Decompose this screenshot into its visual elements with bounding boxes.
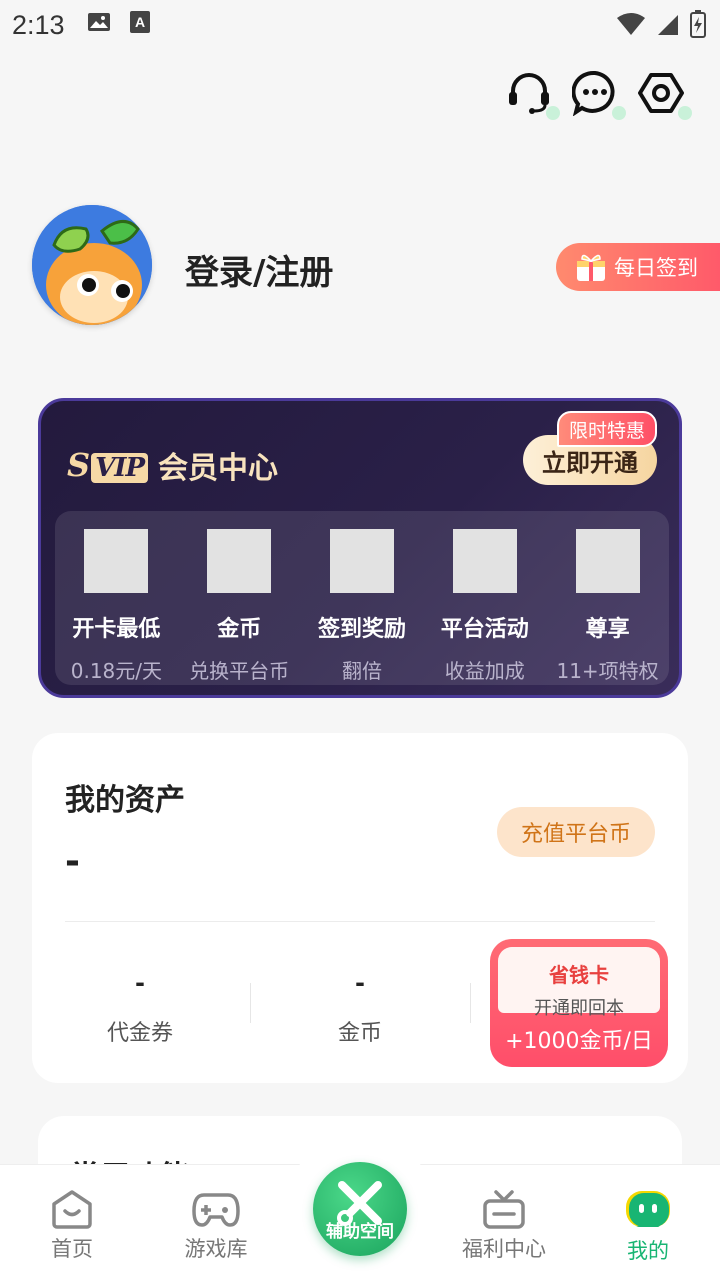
gift-icon [577,254,605,281]
benefit-image [84,529,149,593]
saving-card-reward: +1000金币/日 [505,1029,653,1054]
daily-checkin-button[interactable]: 每日签到 [556,243,720,291]
benefit-item[interactable]: 签到奖励 翻倍 [301,511,424,685]
assets-title: 我的资产 [65,783,185,818]
divider [470,983,471,1023]
tv-icon [483,1190,525,1229]
platform-coin-balance: - [65,841,80,882]
voucher-label: 代金券 [106,1021,173,1046]
coins-label: 金币 [337,1021,382,1046]
avatar[interactable] [32,205,152,325]
status-bar: 2:13 A [0,0,720,50]
benefit-item[interactable]: 金币 兑换平台币 [178,511,301,685]
login-register-link[interactable]: 登录/注册 [185,245,333,294]
settings-button[interactable] [638,70,692,120]
svip-center-label: 会员中心 [158,451,278,486]
benefit-title: 签到奖励 [317,617,406,642]
messages-button[interactable] [571,70,626,120]
mine-face-icon [626,1191,670,1227]
recharge-platform-coin-button[interactable]: 充值平台币 [497,807,655,857]
svip-title: S VIP 会员中心 [67,443,278,487]
benefit-subtitle: 兑换平台币 [189,659,290,683]
nav-home[interactable]: 首页 [0,1165,144,1280]
benefit-subtitle: 0.18元/天 [70,659,163,683]
nav-welfare-center-label: 福利中心 [462,1237,546,1261]
orange-mascot-icon [32,205,152,325]
benefit-image [452,529,517,593]
svip-benefits: 开卡最低 0.18元/天 金币 兑换平台币 签到奖励 翻倍 平台活动 收益加成 … [55,511,669,685]
wifi-icon [616,12,646,43]
benefit-title: 金币 [217,617,262,642]
saving-card-promo[interactable]: 省钱卡 开通即回本 +1000金币/日 [490,939,668,1067]
saving-card-ticket: 省钱卡 开通即回本 [498,947,660,1019]
profile-section: 登录/注册 每日签到 [32,205,720,325]
font-notification-icon: A [129,10,151,41]
nav-home-label: 首页 [51,1237,93,1261]
divider [250,983,251,1023]
divider [65,921,655,922]
svip-logo: S VIP [67,446,148,484]
nav-mine-label: 我的 [627,1239,669,1263]
nav-welfare-center[interactable]: 福利中心 [432,1165,576,1280]
settings-icon [638,73,684,113]
benefit-image [329,529,394,593]
nav-assist-space[interactable]: 辅助空间 [313,1162,407,1256]
nav-game-library[interactable]: 游戏库 [144,1165,288,1280]
gamepad-icon [192,1193,240,1227]
home-icon [52,1190,92,1229]
chat-icon [571,70,615,117]
svg-text:A: A [135,14,145,30]
benefit-item[interactable]: 尊享 11+项特权 [546,511,669,685]
limited-offer-badge: 限时特惠 [556,411,657,447]
voucher-value: - [135,969,145,997]
svip-member-card[interactable]: S VIP 会员中心 立即开通 限时特惠 开卡最低 0.18元/天 金币 兑换平台… [38,398,682,698]
saving-card-title: 省钱卡 [549,963,609,987]
benefit-subtitle: 翻倍 [341,659,382,683]
benefit-title: 开卡最低 [72,617,161,642]
benefit-subtitle: 11+项特权 [556,659,659,683]
nav-game-library-label: 游戏库 [184,1237,248,1261]
nav-mine[interactable]: 我的 [576,1165,720,1280]
benefit-image [207,529,272,593]
benefit-title: 尊享 [585,617,630,642]
benefit-subtitle: 收益加成 [444,659,525,683]
signal-icon [656,12,680,43]
top-actions [506,70,692,120]
nav-assist-space-label: 辅助空间 [326,1222,394,1242]
benefit-title: 平台活动 [440,617,529,642]
daily-checkin-label: 每日签到 [614,256,698,280]
customer-service-button[interactable] [506,70,560,120]
voucher-stat[interactable]: - 代金券 [50,969,230,1047]
gallery-notification-icon [87,10,111,41]
saving-card-subtitle: 开通即回本 [534,998,624,1019]
headset-icon [509,73,549,114]
benefit-item[interactable]: 平台活动 收益加成 [423,511,546,685]
coins-stat[interactable]: - 金币 [270,969,450,1047]
battery-icon [690,10,706,45]
benefit-item[interactable]: 开卡最低 0.18元/天 [55,511,178,685]
my-assets-card: 我的资产 - 充值平台币 - 代金券 - 金币 省钱卡 开通即回本 +1000金… [32,733,688,1083]
benefit-image [575,529,640,593]
coins-value: - [355,969,365,997]
status-time: 2:13 [12,9,65,40]
